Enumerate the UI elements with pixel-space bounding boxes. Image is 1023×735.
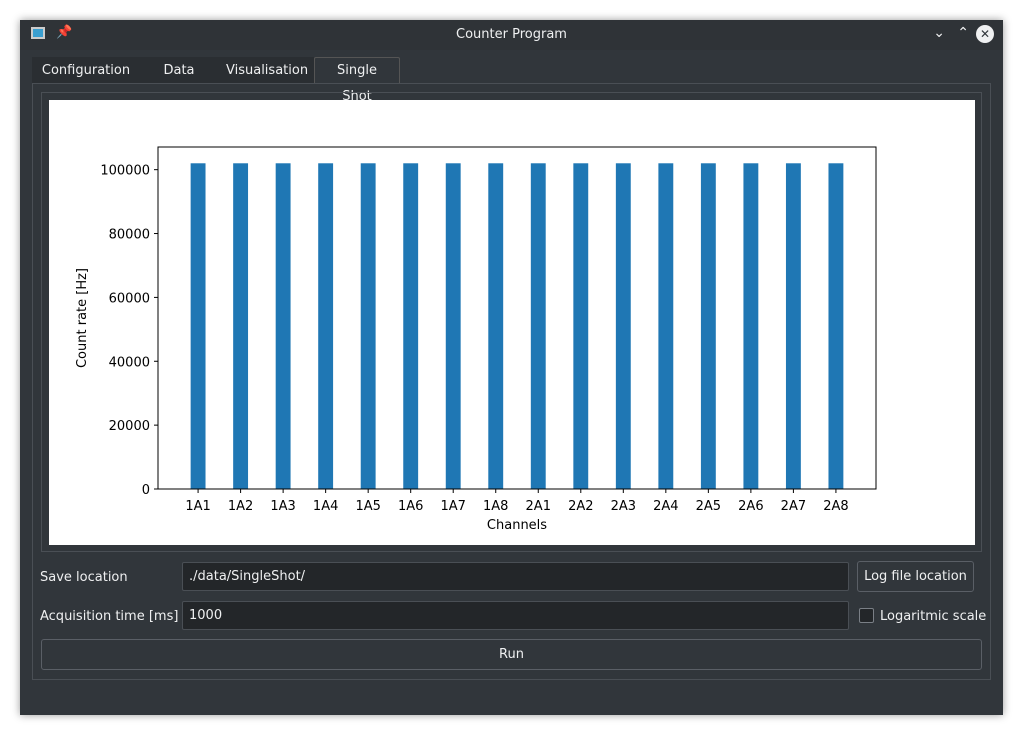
tab-single-shot[interactable]: Single Shot — [314, 57, 400, 104]
window-title: Counter Program — [456, 27, 567, 42]
bar-2A2 — [573, 163, 589, 489]
minimize-icon[interactable]: ⌄ — [933, 25, 945, 41]
bar-1A2 — [233, 163, 249, 489]
bar-2A4 — [658, 163, 674, 489]
x-tick-label: 2A3 — [611, 499, 636, 514]
acquisition-time-input[interactable]: 1000 — [182, 601, 849, 630]
bar-1A7 — [445, 163, 461, 489]
bar-2A5 — [700, 163, 716, 489]
main-window: 📌 Counter Program ⌄ ⌃ ✕ Configuration Da… — [20, 20, 1003, 715]
logarithmic-scale-label: Logaritmic scale — [880, 609, 987, 624]
title-bar: 📌 Counter Program ⌄ ⌃ ✕ — [20, 20, 1003, 50]
y-axis-label: Count rate [Hz] — [75, 268, 90, 368]
x-tick-label: 1A5 — [355, 499, 380, 514]
single-shot-panel: 1A1 1A2 1A3 1A4 1A5 1A6 1A7 1A8 2A1 2A2 2A3 2A4 2A5 2… — [32, 83, 991, 680]
x-tick-label: 1A8 — [483, 499, 508, 514]
x-tick-label: 2A1 — [526, 499, 551, 514]
save-location-label: Save location — [40, 570, 128, 585]
x-tick-label: 2A5 — [696, 499, 721, 514]
logarithmic-scale-checkbox[interactable] — [859, 608, 874, 623]
bar-1A8 — [488, 163, 504, 489]
y-tick-label: 80000 — [109, 228, 150, 243]
bar-1A3 — [275, 163, 291, 489]
tab-bar: Configuration Data Visualisation Single … — [32, 57, 400, 104]
x-tick-label: 1A2 — [228, 499, 253, 514]
maximize-icon[interactable]: ⌃ — [957, 25, 969, 41]
acquisition-time-label: Acquisition time [ms] — [40, 609, 179, 624]
bar-chart: 1A1 1A2 1A3 1A4 1A5 1A6 1A7 1A8 2A1 2A2 2A3 2A4 2A5 2… — [75, 146, 877, 533]
tab-configuration[interactable]: Configuration — [32, 57, 140, 84]
y-tick-label: 40000 — [109, 355, 150, 370]
tab-data[interactable]: Data — [140, 57, 218, 84]
bar-1A1 — [190, 163, 206, 489]
x-tick-label: 1A4 — [313, 499, 338, 514]
x-tick-label: 2A6 — [738, 499, 763, 514]
bar-2A8 — [828, 163, 844, 489]
x-tick-label: 2A2 — [568, 499, 593, 514]
run-button[interactable]: Run — [41, 639, 982, 670]
log-file-location-button[interactable]: Log file location — [857, 561, 974, 592]
x-tick-label: 2A8 — [823, 499, 848, 514]
bar-2A3 — [615, 163, 631, 489]
plot-frame: 1A1 1A2 1A3 1A4 1A5 1A6 1A7 1A8 2A1 2A2 2A3 2A4 2A5 2… — [41, 92, 982, 552]
y-tick-label: 20000 — [109, 419, 150, 434]
x-tick-label: 1A3 — [270, 499, 295, 514]
bar-1A6 — [403, 163, 419, 489]
tab-visualisation[interactable]: Visualisation — [218, 57, 314, 84]
x-tick-label: 1A6 — [398, 499, 423, 514]
save-location-input[interactable]: ./data/SingleShot/ — [182, 562, 849, 591]
close-icon[interactable]: ✕ — [976, 25, 994, 43]
x-tick-label: 1A1 — [185, 499, 210, 514]
plot-canvas: 1A1 1A2 1A3 1A4 1A5 1A6 1A7 1A8 2A1 2A2 2A3 2A4 2A5 2… — [49, 100, 975, 545]
y-tick-label: 60000 — [109, 291, 150, 306]
y-tick-label: 100000 — [100, 164, 150, 179]
bar-2A1 — [530, 163, 546, 489]
x-axis-label: Channels — [487, 518, 547, 533]
bar-1A5 — [360, 163, 376, 489]
bar-1A4 — [318, 163, 334, 489]
bar-2A6 — [743, 163, 759, 489]
x-tick-label: 1A7 — [440, 499, 465, 514]
x-tick-label: 2A7 — [781, 499, 806, 514]
axes-frame — [157, 146, 877, 490]
bar-2A7 — [785, 163, 801, 489]
x-tick-label: 2A4 — [653, 499, 678, 514]
y-tick-label: 0 — [142, 483, 150, 498]
